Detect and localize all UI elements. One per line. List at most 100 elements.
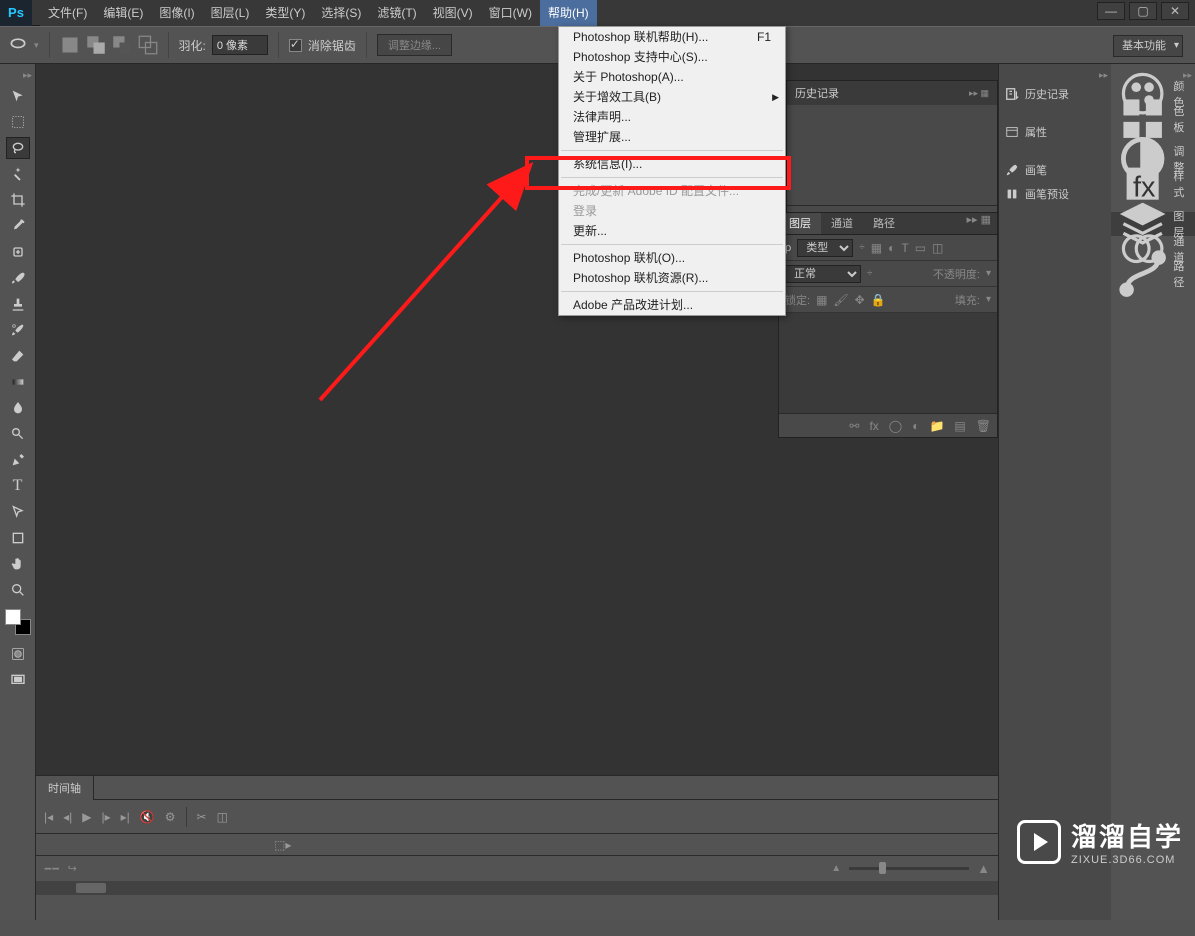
type-tool[interactable]: T — [6, 475, 30, 497]
lasso-tool[interactable] — [6, 137, 30, 159]
help-menu-item[interactable]: 系统信息(I)... — [559, 154, 785, 174]
blend-mode-dropdown[interactable]: 正常 — [785, 265, 861, 283]
move-tool[interactable] — [6, 85, 30, 107]
toolbar-collapse-icon[interactable]: ▸▸ — [23, 70, 32, 81]
collapse-icon[interactable]: ▸▸ — [1099, 70, 1108, 81]
feather-input[interactable] — [212, 35, 268, 55]
healing-tool[interactable] — [6, 241, 30, 263]
menu-image[interactable]: 图像(I) — [151, 0, 202, 26]
tl-last-icon[interactable]: ▸| — [121, 810, 130, 824]
tl-audio-icon[interactable]: 🔇 — [140, 810, 155, 824]
new-layer-icon[interactable]: ▤ — [954, 419, 965, 433]
help-menu-item[interactable]: Adobe 产品改进计划... — [559, 295, 785, 315]
history-tab[interactable]: 历史记录 — [795, 85, 839, 101]
tl-zoom-slider[interactable] — [849, 867, 969, 870]
menu-layer[interactable]: 图层(L) — [203, 0, 258, 26]
marquee-tool[interactable] — [6, 111, 30, 133]
sel-intersect-icon[interactable] — [138, 35, 158, 55]
brush-tool[interactable] — [6, 267, 30, 289]
crop-tool[interactable] — [6, 189, 30, 211]
delete-layer-icon[interactable]: 🗑 — [976, 419, 991, 433]
sel-sub-icon[interactable] — [112, 35, 132, 55]
help-menu-item[interactable]: Photoshop 联机(O)... — [559, 248, 785, 268]
fx-icon[interactable]: fx — [869, 419, 878, 433]
menu-type[interactable]: 类型(Y) — [257, 0, 313, 26]
dock-paths[interactable]: 路径 — [1111, 262, 1195, 286]
tl-first-icon[interactable]: |◂ — [44, 810, 53, 824]
blur-tool[interactable] — [6, 397, 30, 419]
tl-zoom-out-icon[interactable]: 🗕🗕 — [44, 859, 60, 878]
screenmode-tool[interactable] — [6, 669, 30, 691]
help-menu-item[interactable]: 管理扩展... — [559, 127, 785, 147]
help-menu-item[interactable]: 更新... — [559, 221, 785, 241]
filter-shape-icon[interactable]: ▭ — [915, 241, 926, 255]
filter-pixel-icon[interactable]: ▦ — [871, 241, 882, 255]
gradient-tool[interactable] — [6, 371, 30, 393]
history-flyout-icon[interactable]: ▸▸ ▦ — [969, 88, 989, 99]
history-brush-tool[interactable] — [6, 319, 30, 341]
channels-tab[interactable]: 通道 — [821, 213, 863, 234]
menu-help[interactable]: 帮助(H) — [540, 0, 597, 26]
tl-prev-icon[interactable]: ◂| — [63, 810, 72, 824]
lock-all-icon[interactable]: 🔒 — [871, 293, 886, 307]
group-icon[interactable]: 📁 — [929, 419, 944, 433]
stamp-tool[interactable] — [6, 293, 30, 315]
dock-properties[interactable]: 属性 — [999, 121, 1111, 143]
shape-tool[interactable] — [6, 527, 30, 549]
quickmask-tool[interactable] — [6, 643, 30, 665]
hand-tool[interactable] — [6, 553, 30, 575]
help-menu-item[interactable]: Photoshop 联机帮助(H)...F1 — [559, 27, 785, 47]
lock-move-icon[interactable]: ✥ — [855, 293, 865, 307]
eyedropper-tool[interactable] — [6, 215, 30, 237]
help-menu-item[interactable]: 法律声明... — [559, 107, 785, 127]
timeline-tab[interactable]: 时间轴 — [36, 776, 94, 800]
tl-settings-icon[interactable]: ⚙ — [165, 810, 176, 824]
paths-tab[interactable]: 路径 — [863, 213, 905, 234]
color-swatches[interactable] — [5, 609, 31, 635]
antialias-checkbox[interactable] — [289, 39, 302, 52]
menu-file[interactable]: 文件(F) — [40, 0, 95, 26]
tl-play-icon[interactable]: ▶ — [82, 810, 91, 824]
pen-tool[interactable] — [6, 449, 30, 471]
menu-view[interactable]: 视图(V) — [425, 0, 481, 26]
dock-styles[interactable]: fx样式 — [1111, 172, 1195, 196]
help-menu-item[interactable]: 关于增效工具(B)▶ — [559, 87, 785, 107]
path-select-tool[interactable] — [6, 501, 30, 523]
help-menu-item[interactable]: Photoshop 支持中心(S)... — [559, 47, 785, 67]
help-menu-item[interactable]: Photoshop 联机资源(R)... — [559, 268, 785, 288]
maximize-button[interactable]: ▢ — [1129, 2, 1157, 20]
link-icon[interactable]: ⚯ — [849, 419, 859, 433]
help-menu-item[interactable]: 关于 Photoshop(A)... — [559, 67, 785, 87]
dock-swatches[interactable]: 色板 — [1111, 107, 1195, 131]
tl-render-icon[interactable]: ⬚▸ — [274, 838, 291, 852]
lasso-tool-icon[interactable] — [8, 35, 28, 55]
menu-filter[interactable]: 滤镜(T) — [369, 0, 424, 26]
mask-icon[interactable]: ◯ — [889, 419, 902, 433]
tl-split-icon[interactable]: ✂ — [197, 810, 207, 824]
filter-smart-icon[interactable]: ◫ — [932, 241, 943, 255]
tl-zoom-slider-start[interactable]: ▲ — [831, 863, 841, 874]
layers-flyout-icon[interactable]: ▸▸ ▦ — [961, 213, 998, 234]
lock-trans-icon[interactable]: ▦ — [816, 293, 827, 307]
lock-pixel-icon[interactable]: 🖌 — [833, 293, 848, 307]
tl-transition-icon[interactable]: ◫ — [217, 810, 228, 824]
close-button[interactable]: ✕ — [1161, 2, 1189, 20]
minimize-button[interactable]: — — [1097, 2, 1125, 20]
tl-next-icon[interactable]: |▸ — [102, 810, 111, 824]
fill-layer-icon[interactable]: ◐ — [912, 419, 919, 433]
dock-history[interactable]: 历史记录 — [999, 83, 1111, 105]
sel-add-icon[interactable] — [86, 35, 106, 55]
menu-select[interactable]: 选择(S) — [313, 0, 369, 26]
workspace-dropdown[interactable]: 基本功能 — [1113, 35, 1183, 57]
tl-zoom-slider-end[interactable]: ▲ — [977, 861, 990, 876]
zoom-tool[interactable] — [6, 579, 30, 601]
menu-window[interactable]: 窗口(W) — [481, 0, 540, 26]
filter-adjust-icon[interactable]: ◐ — [888, 241, 895, 255]
tl-scroll[interactable] — [36, 881, 998, 895]
dock-brush-presets[interactable]: 画笔预设 — [999, 183, 1111, 205]
history-body[interactable] — [787, 105, 997, 205]
tl-convert-icon[interactable]: ↪ — [68, 862, 77, 875]
sel-new-icon[interactable] — [60, 35, 80, 55]
dodge-tool[interactable] — [6, 423, 30, 445]
layers-list[interactable] — [779, 313, 997, 413]
